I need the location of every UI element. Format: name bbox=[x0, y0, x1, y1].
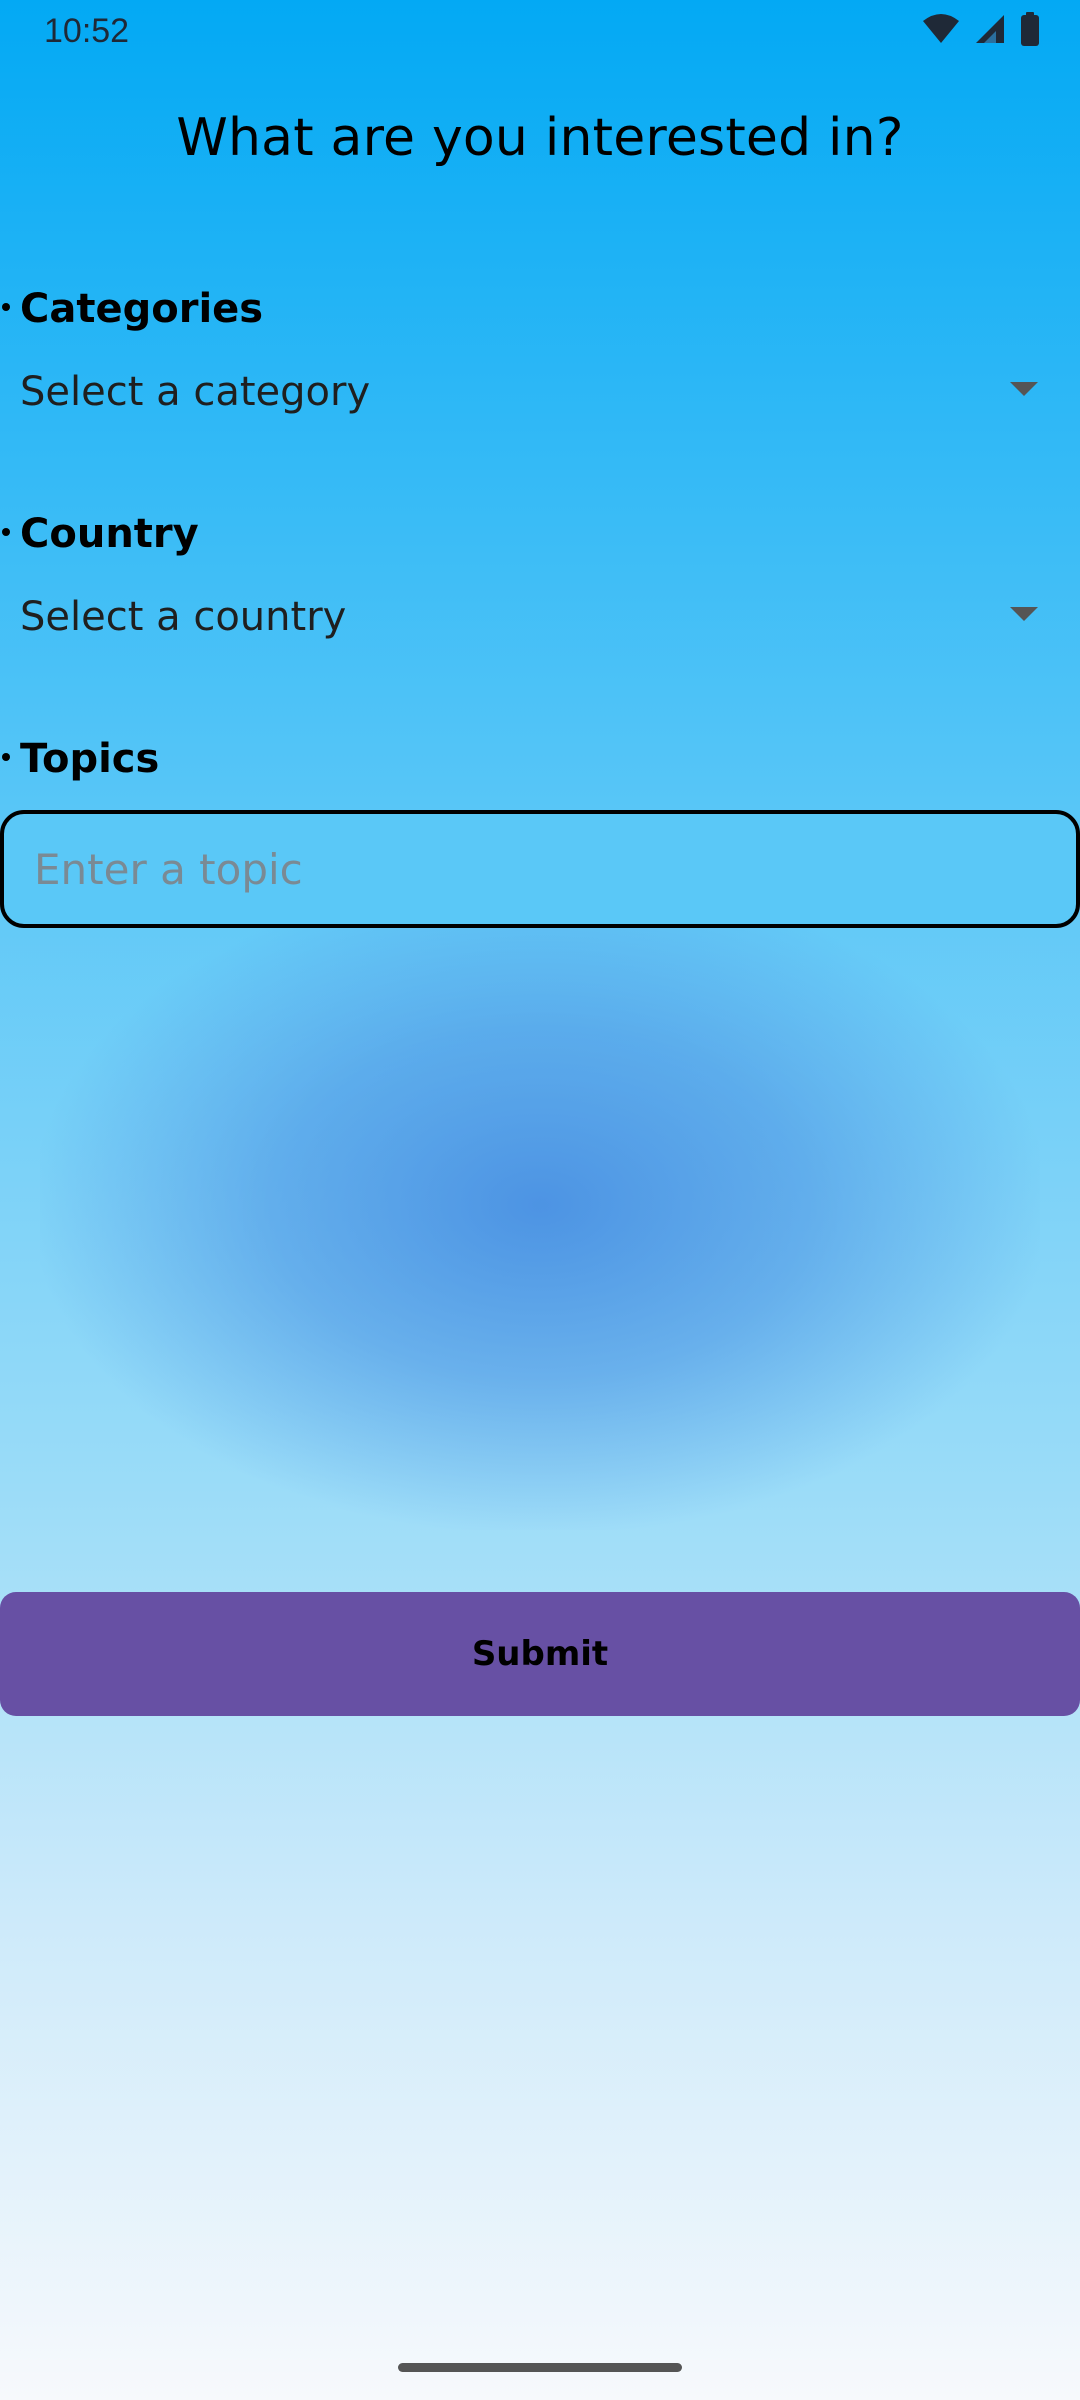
submit-button[interactable]: Submit bbox=[0, 1592, 1080, 1716]
categories-label-row: Categories bbox=[0, 286, 263, 332]
bullet-icon bbox=[2, 528, 10, 536]
background-glow bbox=[40, 880, 1040, 1530]
topics-label: Topics bbox=[20, 736, 160, 782]
country-selected-value: Select a country bbox=[20, 594, 347, 640]
cellular-signal-icon bbox=[974, 13, 1006, 50]
status-bar: 10:52 bbox=[0, 0, 1080, 64]
page-title: What are you interested in? bbox=[176, 108, 904, 168]
battery-icon bbox=[1020, 12, 1040, 51]
status-time: 10:52 bbox=[44, 12, 130, 50]
country-label-row: Country bbox=[0, 511, 199, 557]
country-dropdown[interactable]: Select a country bbox=[0, 575, 1080, 659]
categories-label: Categories bbox=[20, 286, 264, 332]
category-dropdown[interactable]: Select a category bbox=[0, 350, 1080, 434]
topic-input[interactable] bbox=[0, 810, 1080, 928]
bullet-icon bbox=[2, 303, 10, 311]
country-label: Country bbox=[20, 511, 199, 557]
bullet-icon bbox=[2, 753, 10, 761]
home-indicator[interactable] bbox=[398, 2363, 682, 2372]
status-icons bbox=[922, 12, 1040, 51]
topics-label-row: Topics bbox=[0, 736, 159, 782]
category-selected-value: Select a category bbox=[20, 369, 371, 415]
dropdown-arrow-icon bbox=[1010, 381, 1038, 403]
wifi-icon bbox=[922, 13, 960, 50]
dropdown-arrow-icon bbox=[1010, 606, 1038, 628]
